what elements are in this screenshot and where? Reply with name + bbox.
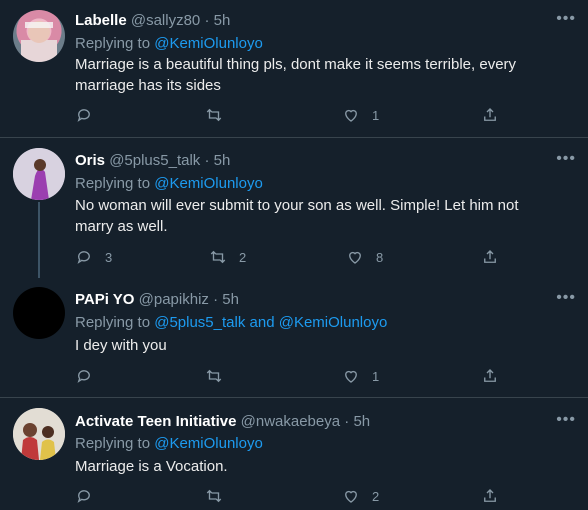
reply-button[interactable] [75, 106, 105, 124]
like-count: 2 [372, 488, 380, 504]
like-button[interactable]: 1 [342, 106, 379, 124]
tweet-text: Marriage is a Vocation. [75, 458, 228, 475]
timestamp[interactable]: 5h [214, 12, 231, 29]
replying-to-label: Replying to [75, 175, 151, 192]
share-button[interactable] [481, 367, 499, 385]
avatar-image [21, 21, 57, 62]
tweet-actions: 2 [75, 487, 515, 507]
like-button[interactable]: 1 [342, 367, 379, 385]
user-handle[interactable]: @nwakaebeya [241, 413, 340, 430]
replying-to-label: Replying to [75, 435, 151, 452]
retweet-icon [206, 108, 222, 122]
display-name[interactable]: Activate Teen Initiative [75, 413, 236, 430]
timestamp[interactable]: 5h [222, 291, 239, 308]
mention-link[interactable]: @KemiOlunloyo [279, 314, 388, 331]
like-button[interactable]: 2 [342, 487, 379, 505]
tweet-oris[interactable]: Oris @5plus5_talk · 5h ••• Replying to @… [0, 138, 588, 278]
mention-link[interactable]: @5plus5_talk [154, 314, 245, 331]
tweet-header: Labelle @sallyz80 · 5h [75, 12, 230, 29]
tweet-header: PAPi YO @papikhiz · 5h [75, 291, 239, 308]
avatar[interactable] [13, 148, 65, 200]
tweet-actions: 1 [75, 367, 515, 387]
display-name[interactable]: PAPi YO [75, 291, 134, 308]
retweet-icon [206, 489, 222, 503]
replying-to-label: Replying to [75, 35, 151, 52]
like-icon [345, 490, 357, 503]
reply-button[interactable]: 3 [75, 248, 112, 266]
reply-button[interactable] [75, 487, 105, 505]
like-count: 1 [372, 107, 380, 123]
tweet-actions: 1 [75, 106, 515, 126]
tweet-labelle[interactable]: Labelle @sallyz80 · 5h ••• Replying to @… [0, 0, 588, 137]
tweet-text: Marriage is a beautiful thing pls, dont … [75, 56, 517, 94]
thread-line [38, 202, 40, 278]
share-button[interactable] [481, 106, 499, 124]
tweet-header: Oris @5plus5_talk · 5h [75, 152, 230, 169]
retweet-button[interactable]: 2 [209, 248, 246, 266]
timestamp[interactable]: 5h [214, 152, 231, 169]
more-icon[interactable]: ••• [556, 150, 576, 168]
like-count: 1 [372, 368, 380, 384]
retweet-button[interactable] [205, 367, 235, 385]
mention-link[interactable]: @KemiOlunloyo [154, 35, 263, 52]
replying-to: Replying to @KemiOlunloyo [75, 175, 263, 192]
user-handle[interactable]: @papikhiz [139, 291, 209, 308]
replying-to-label: Replying to [75, 314, 151, 331]
separator: · [344, 413, 350, 430]
like-icon [345, 109, 357, 122]
avatar-image [13, 408, 65, 460]
display-name[interactable]: Labelle [75, 12, 127, 29]
tweet-activate-teen-initiative[interactable]: Activate Teen Initiative @nwakaebeya · 5… [0, 398, 588, 510]
more-icon[interactable]: ••• [556, 10, 576, 28]
user-handle[interactable]: @sallyz80 [131, 12, 200, 29]
share-icon [484, 489, 496, 502]
retweet-icon [206, 369, 222, 383]
avatar[interactable] [13, 408, 65, 460]
display-name[interactable]: Oris [75, 152, 105, 169]
retweet-button[interactable] [205, 106, 235, 124]
avatar-image [13, 148, 65, 200]
reply-count: 3 [105, 249, 113, 265]
like-button[interactable]: 8 [346, 248, 383, 266]
separator: · [204, 12, 210, 29]
retweet-count: 2 [239, 249, 247, 265]
timestamp[interactable]: 5h [353, 413, 370, 430]
avatar[interactable] [13, 10, 65, 62]
replies-feed: Labelle @sallyz80 · 5h ••• Replying to @… [0, 0, 588, 510]
like-icon [345, 370, 357, 383]
reply-icon [77, 490, 90, 503]
mention-link[interactable]: @KemiOlunloyo [154, 435, 263, 452]
more-icon[interactable]: ••• [556, 289, 576, 307]
like-icon [349, 251, 361, 264]
tweet-text: No woman will ever submit to your son as… [75, 197, 519, 235]
reply-button[interactable] [75, 367, 105, 385]
reply-icon [77, 109, 90, 122]
retweet-button[interactable] [205, 487, 235, 505]
tweet-actions: 3 2 8 [75, 248, 515, 268]
separator: · [213, 291, 219, 308]
share-icon [484, 369, 496, 382]
tweet-text: I dey with you [75, 337, 167, 354]
tweet-papi-yo[interactable]: PAPi YO @papikhiz · 5h ••• Replying to @… [0, 278, 588, 396]
retweet-icon [210, 250, 226, 264]
user-handle[interactable]: @5plus5_talk [109, 152, 200, 169]
share-button[interactable] [481, 487, 499, 505]
tweet-header: Activate Teen Initiative @nwakaebeya · 5… [75, 413, 370, 430]
mention-link[interactable]: @KemiOlunloyo [154, 175, 263, 192]
more-icon[interactable]: ••• [556, 411, 576, 429]
replying-to: Replying to @KemiOlunloyo [75, 35, 263, 52]
replying-to: Replying to @KemiOlunloyo [75, 435, 263, 452]
share-icon [484, 250, 496, 263]
separator: · [204, 152, 210, 169]
like-count: 8 [376, 249, 384, 265]
mention-join: and [249, 314, 275, 331]
share-button[interactable] [481, 248, 499, 266]
avatar[interactable] [13, 287, 65, 339]
share-icon [484, 108, 496, 121]
reply-icon [77, 251, 90, 264]
reply-icon [77, 370, 90, 383]
replying-to: Replying to @5plus5_talk and @KemiOlunlo… [75, 314, 387, 331]
